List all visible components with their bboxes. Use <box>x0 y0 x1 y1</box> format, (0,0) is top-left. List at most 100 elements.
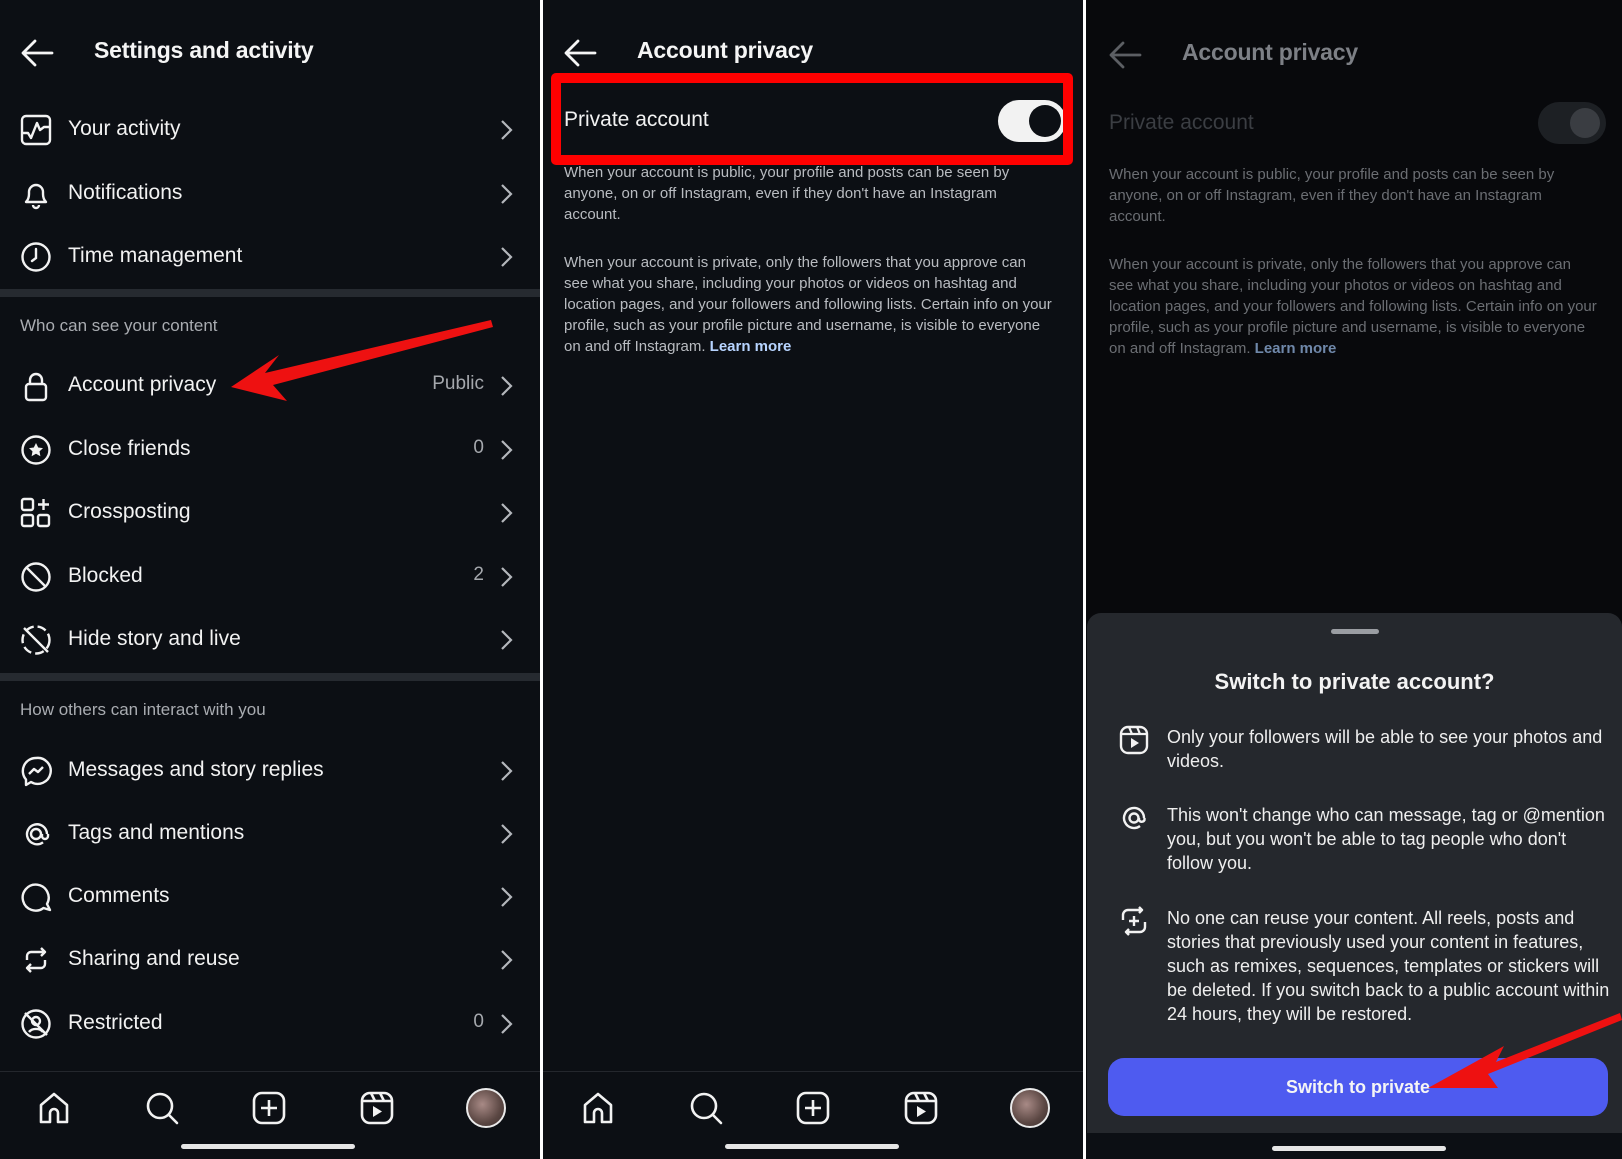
header: Account privacy <box>543 30 1083 76</box>
star-circle-icon <box>21 435 51 465</box>
search-icon[interactable] <box>688 1090 724 1126</box>
bullet-text: This won't change who can message, tag o… <box>1167 805 1605 873</box>
home-icon[interactable] <box>580 1090 616 1126</box>
menu-item-label: Close friends <box>68 437 191 460</box>
hide-story-icon <box>21 625 51 655</box>
activity-icon <box>20 114 52 146</box>
switch-to-private-dialog-screen: Account privacy Private account When you… <box>1086 0 1622 1159</box>
menu-item-hide-story-and-live[interactable]: Hide story and live <box>0 609 540 671</box>
menu-item-label: Crossposting <box>68 500 191 523</box>
menu-item-label: Account privacy <box>68 373 217 396</box>
settings-and-activity-screen: Settings and activity Your activity Noti… <box>0 0 540 1159</box>
menu-item-label: Notifications <box>68 181 183 204</box>
description-text: When your account is private, only the f… <box>1109 256 1597 357</box>
back-arrow-icon[interactable] <box>563 38 597 68</box>
menu-item-notifications[interactable]: Notifications <box>0 163 540 225</box>
section-divider <box>0 289 540 297</box>
blocked-count: 2 <box>473 564 484 585</box>
home-indicator <box>725 1144 899 1149</box>
menu-item-account-privacy[interactable]: Account privacy Public <box>0 355 540 417</box>
chevron-right-icon <box>501 567 513 587</box>
private-account-toggle <box>1538 102 1606 144</box>
bullet-text: Only your followers will be able to see … <box>1167 727 1603 771</box>
chevron-right-icon <box>501 630 513 650</box>
bottom-sheet-dialog: Switch to private account? Only your fol… <box>1087 613 1622 1159</box>
menu-item-label: Comments <box>68 884 170 907</box>
menu-item-tags-and-mentions[interactable]: Tags and mentions <box>0 803 540 865</box>
restricted-count: 0 <box>473 1011 484 1032</box>
menu-item-label: Your activity <box>68 117 181 140</box>
learn-more-link: Learn more <box>1254 340 1337 357</box>
chevron-right-icon <box>501 376 513 396</box>
profile-avatar[interactable] <box>1010 1088 1050 1128</box>
search-icon[interactable] <box>144 1090 180 1126</box>
description-text: When your account is private, only the f… <box>564 254 1052 355</box>
annotation-highlight-box <box>551 73 1073 165</box>
back-arrow-icon[interactable] <box>20 38 54 68</box>
crossposting-icon <box>20 497 51 528</box>
page-title: Settings and activity <box>94 37 314 63</box>
menu-item-blocked[interactable]: Blocked 2 <box>0 546 540 608</box>
reels-icon[interactable] <box>359 1090 395 1126</box>
back-arrow-icon <box>1109 41 1142 69</box>
page-title: Account privacy <box>637 37 813 63</box>
menu-item-comments[interactable]: Comments <box>0 866 540 928</box>
section-divider <box>0 673 540 681</box>
menu-item-time-management[interactable]: Time management <box>0 226 540 288</box>
drag-handle[interactable] <box>1330 629 1379 634</box>
public-account-description: When your account is public, your profil… <box>564 164 1010 223</box>
share-reuse-icon <box>25 947 47 973</box>
menu-item-label: Messages and story replies <box>68 758 324 781</box>
chevron-right-icon <box>501 247 513 267</box>
private-account-description: When your account is private, only the f… <box>1109 254 1599 359</box>
header: Settings and activity <box>0 30 540 76</box>
header: Account privacy <box>1086 32 1622 78</box>
menu-item-label: Blocked <box>68 564 143 587</box>
create-icon[interactable] <box>251 1090 287 1126</box>
chevron-right-icon <box>501 950 513 970</box>
bullet-text: No one can reuse your content. All reels… <box>1167 908 1610 1024</box>
chevron-right-icon <box>501 824 513 844</box>
private-account-label: Private account <box>1109 111 1254 134</box>
lock-icon <box>24 372 48 402</box>
menu-item-sharing-and-reuse[interactable]: Sharing and reuse <box>0 929 540 991</box>
restricted-icon <box>21 1009 51 1039</box>
chevron-right-icon <box>501 184 513 204</box>
chevron-right-icon <box>501 503 513 523</box>
bell-icon <box>24 183 48 210</box>
page-title: Account privacy <box>1182 39 1358 65</box>
at-sign-icon <box>1122 806 1146 830</box>
chevron-right-icon <box>501 120 513 140</box>
menu-item-restricted[interactable]: Restricted 0 <box>0 993 540 1055</box>
at-sign-icon <box>25 823 50 846</box>
profile-avatar[interactable] <box>466 1088 506 1128</box>
chevron-right-icon <box>501 440 513 460</box>
section-title: How others can interact with you <box>20 700 266 719</box>
home-indicator <box>1272 1146 1446 1151</box>
create-icon[interactable] <box>795 1090 831 1126</box>
public-account-description: When your account is public, your profil… <box>1109 166 1555 225</box>
messenger-icon <box>21 756 52 787</box>
learn-more-link[interactable]: Learn more <box>710 338 792 355</box>
chevron-right-icon <box>501 761 513 781</box>
blocked-icon <box>21 562 51 592</box>
menu-item-messages-and-story-replies[interactable]: Messages and story replies <box>0 740 540 802</box>
home-icon[interactable] <box>36 1090 72 1126</box>
close-friends-count: 0 <box>473 437 484 458</box>
menu-item-close-friends[interactable]: Close friends 0 <box>0 419 540 481</box>
privacy-status-value: Public <box>432 373 484 394</box>
toggle-knob <box>1570 108 1600 138</box>
menu-item-label: Restricted <box>68 1011 163 1034</box>
menu-item-your-activity[interactable]: Your activity <box>0 99 540 161</box>
reels-icon[interactable] <box>903 1090 939 1126</box>
comment-icon <box>21 883 52 912</box>
menu-item-crossposting[interactable]: Crossposting <box>0 482 540 544</box>
home-indicator <box>181 1144 355 1149</box>
account-privacy-screen: Account privacy Private account When you… <box>543 0 1083 1159</box>
private-account-description: When your account is private, only the f… <box>564 252 1054 357</box>
switch-to-private-button[interactable]: Switch to private <box>1108 1058 1608 1116</box>
chevron-right-icon <box>501 1014 513 1034</box>
clock-icon <box>21 242 51 272</box>
remix-icon <box>1121 906 1147 936</box>
section-title: Who can see your content <box>20 316 218 335</box>
